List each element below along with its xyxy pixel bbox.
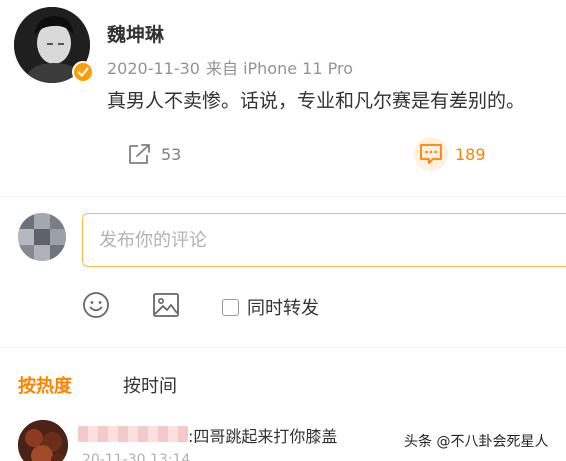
image-icon — [152, 292, 180, 322]
repost-label: 同时转发 — [247, 298, 319, 319]
author-avatar[interactable] — [14, 7, 94, 85]
share-icon — [128, 143, 152, 165]
emoji-button[interactable] — [82, 292, 110, 322]
comment-button[interactable]: 189 — [414, 137, 486, 171]
comment-icon — [414, 137, 448, 171]
comment-input[interactable] — [82, 213, 566, 267]
post-text: 真男人不卖惨。话说，专业和凡尔赛是有差别的。 — [107, 90, 526, 112]
tab-sort-by-time[interactable]: 按时间 — [123, 372, 177, 398]
watermark: 头条 @不八卦会死星人 — [404, 434, 549, 450]
divider — [0, 347, 566, 348]
my-avatar[interactable] — [18, 213, 66, 261]
comment-text: :四哥跳起来打你膝盖 — [188, 427, 338, 446]
comment-username-blurred — [78, 426, 188, 442]
share-button[interactable]: 53 — [128, 138, 181, 170]
divider — [0, 196, 566, 197]
image-button[interactable] — [152, 292, 180, 322]
post-source: 来自 iPhone 11 Pro — [205, 59, 353, 78]
author-name[interactable]: 魏坤琳 — [107, 20, 164, 47]
verified-badge-icon — [72, 61, 94, 83]
comment-time: 20-11-30 13:14 — [82, 452, 191, 461]
tab-sort-by-hot[interactable]: 按热度 — [18, 372, 72, 398]
comment-avatar[interactable] — [18, 420, 68, 461]
repost-checkbox-box[interactable] — [222, 298, 239, 316]
post-meta: 2020-11-30 来自 iPhone 11 Pro — [107, 55, 353, 79]
post-date[interactable]: 2020-11-30 — [107, 59, 200, 78]
comment-count: 189 — [455, 144, 486, 164]
share-count: 53 — [161, 144, 182, 164]
emoji-icon — [82, 291, 110, 323]
weibo-post-page: 魏坤琳 2020-11-30 来自 iPhone 11 Pro 真男人不卖惨。话说… — [0, 0, 566, 461]
repost-checkbox[interactable]: 同时转发 — [222, 292, 319, 322]
